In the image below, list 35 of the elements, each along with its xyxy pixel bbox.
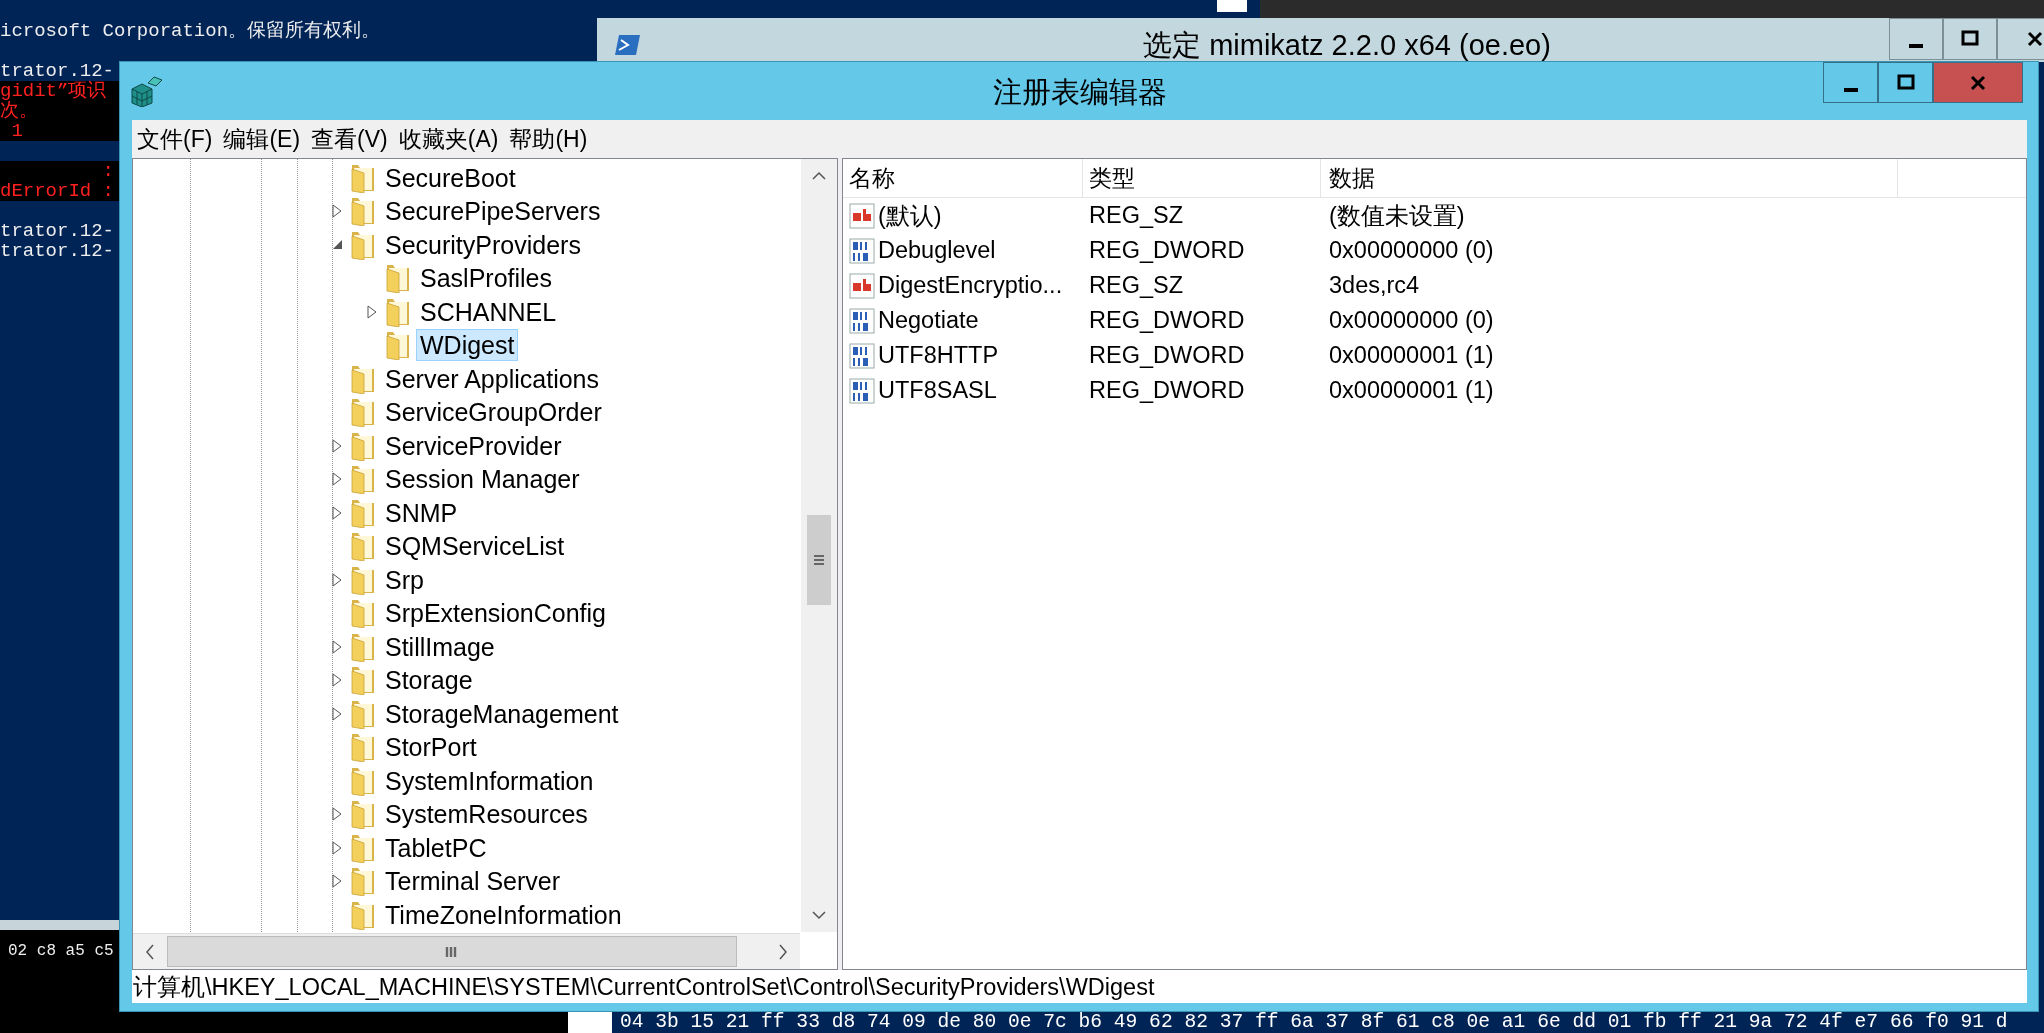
value-data: 0x00000001 (1)	[1328, 342, 1495, 369]
console-line: trator.12-	[0, 221, 116, 241]
value-data: 0x00000000 (0)	[1328, 307, 1495, 334]
value-type: REG_DWORD	[1088, 307, 1246, 334]
value-data: (数值未设置)	[1328, 201, 1466, 231]
value-name[interactable]: Debuglevel	[878, 237, 996, 264]
window-title: 注册表编辑器	[992, 75, 1167, 110]
menu-item[interactable]: 收藏夹(A)	[397, 123, 500, 155]
column-header[interactable]: 数据	[1321, 159, 1898, 197]
window-title: 选定 mimikatz 2.2.0 x64 (oe.eo)	[1143, 28, 1551, 63]
value-name[interactable]: UTF8HTTP	[878, 342, 999, 369]
console-line: trator.12-	[0, 61, 116, 81]
value-name[interactable]: Negotiate	[878, 307, 979, 334]
console-line: trator.12-	[0, 241, 116, 261]
value-type: REG_SZ	[1088, 202, 1185, 229]
value-type: REG_DWORD	[1088, 342, 1246, 369]
value-type: REG_DWORD	[1088, 377, 1246, 404]
value-type: REG_SZ	[1088, 272, 1185, 299]
menu-item[interactable]: 编辑(E)	[222, 123, 302, 155]
value-data: 3des,rc4	[1328, 272, 1421, 299]
console-line: icrosoft Corporation。保留所有权利。	[0, 21, 381, 41]
value-data: 0x00000001 (1)	[1328, 377, 1495, 404]
menu-item[interactable]: 帮助(H)	[508, 123, 589, 155]
value-data: 0x00000000 (0)	[1328, 237, 1495, 264]
column-header[interactable]: 名称	[843, 159, 1083, 197]
value-name[interactable]: DigestEncryptio...	[878, 272, 1063, 299]
menu-item[interactable]: 查看(V)	[310, 123, 389, 155]
tree-item[interactable]: WDigest	[416, 329, 519, 362]
console-line: 02 c8 a5 c5	[8, 942, 114, 960]
value-type: REG_DWORD	[1088, 237, 1246, 264]
value-name[interactable]: (默认)	[878, 199, 942, 232]
status-bar: 计算机\HKEY_LOCAL_MACHINE\SYSTEM\CurrentControlSet\Control\SecurityProviders\WDigest	[132, 970, 2027, 1003]
column-header[interactable]: 类型	[1083, 159, 1321, 197]
value-name[interactable]: UTF8SASL	[878, 377, 997, 404]
menu-item[interactable]: 文件(F)	[136, 123, 214, 155]
